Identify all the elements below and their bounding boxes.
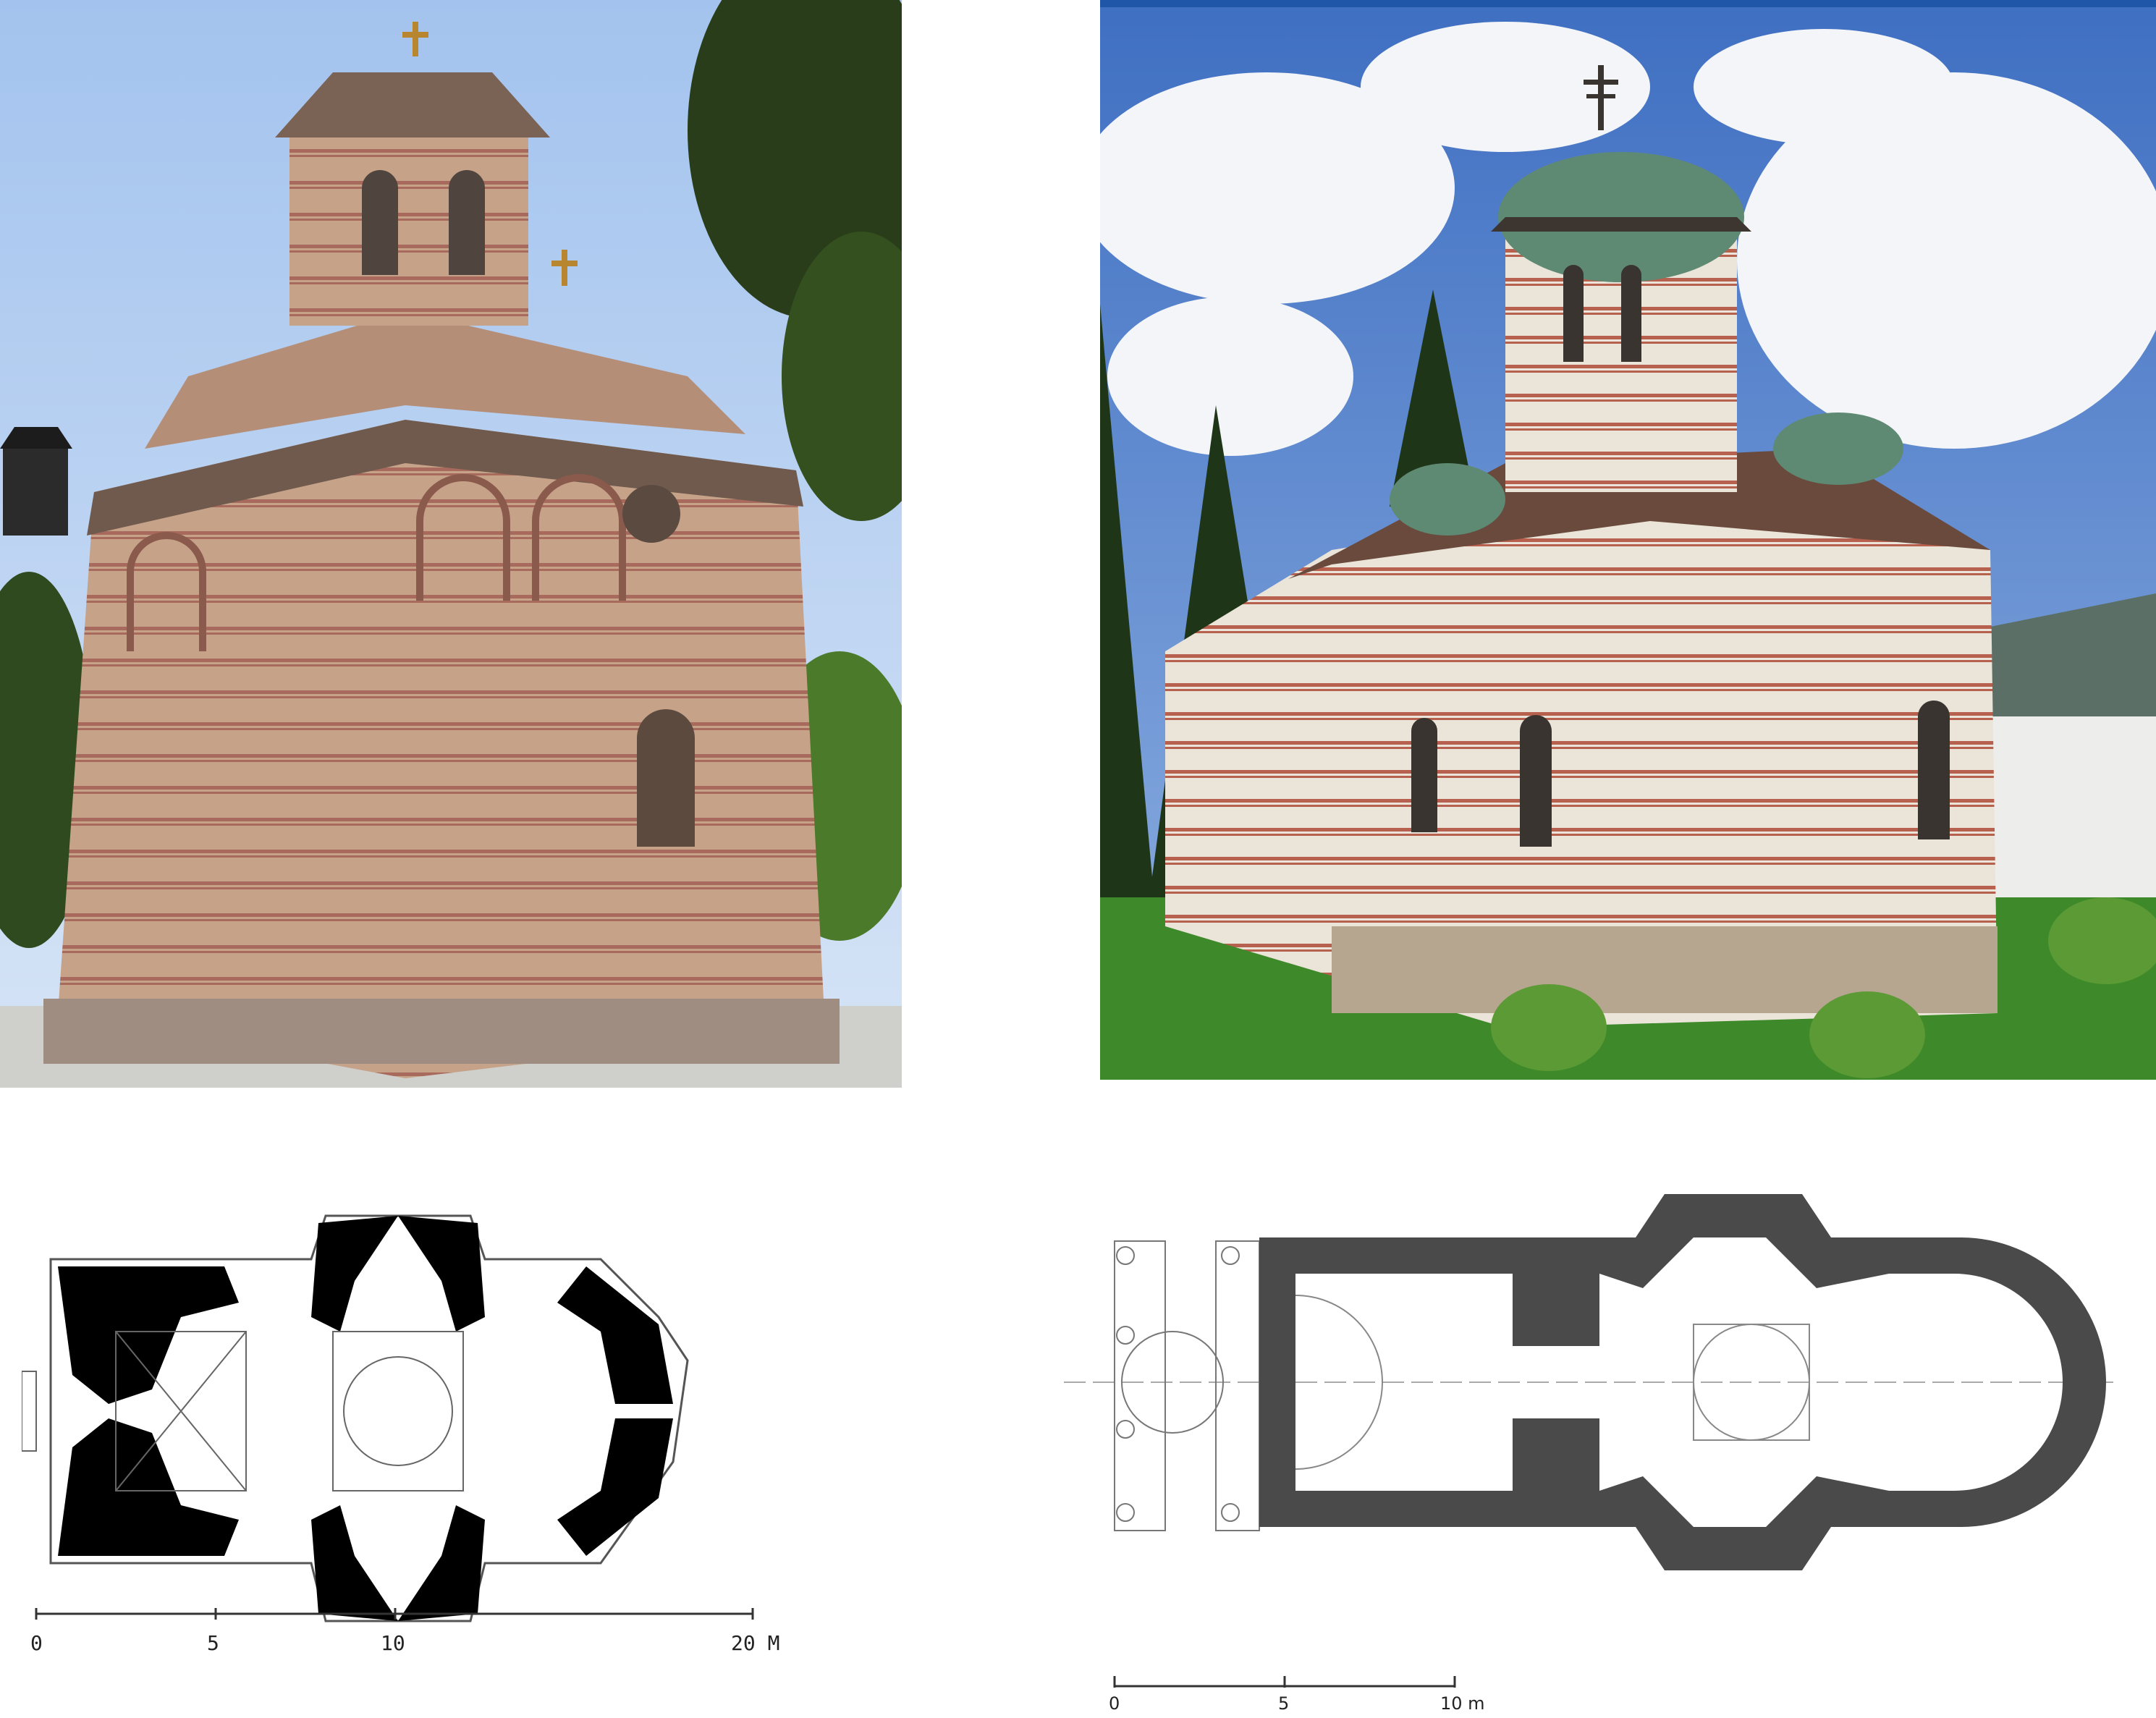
scale-label-20: 20 M bbox=[731, 1631, 779, 1655]
scale-label-5: 5 bbox=[207, 1631, 219, 1655]
top-rule bbox=[1100, 0, 2156, 7]
scale-label-5: 5 bbox=[1278, 1693, 1289, 1714]
scale-label-0: 0 bbox=[1109, 1693, 1120, 1714]
photo-church-right bbox=[1100, 0, 2156, 1080]
church-right-illustration bbox=[1100, 0, 2156, 1080]
scale-label-0: 0 bbox=[30, 1631, 43, 1655]
church-left-illustration bbox=[0, 0, 902, 1088]
street-lamp bbox=[0, 427, 72, 536]
plan-right-drawing: 0 5 10 m bbox=[1064, 1194, 2113, 1714]
photo-church-left bbox=[0, 0, 902, 1088]
scale-label-10: 10 bbox=[381, 1631, 405, 1655]
scale-label-10m: 10 m bbox=[1440, 1693, 1485, 1714]
floor-plan-left: 0 5 10 20 M bbox=[22, 1187, 840, 1693]
scale-bar: 0 5 10 m bbox=[1109, 1676, 1485, 1714]
monastery-building bbox=[1976, 593, 2156, 897]
plan-narthex bbox=[1114, 1240, 1260, 1531]
plan-left-drawing: 0 5 10 20 M bbox=[22, 1214, 779, 1655]
floor-plan-right: 0 5 10 m bbox=[1064, 1165, 2121, 1715]
